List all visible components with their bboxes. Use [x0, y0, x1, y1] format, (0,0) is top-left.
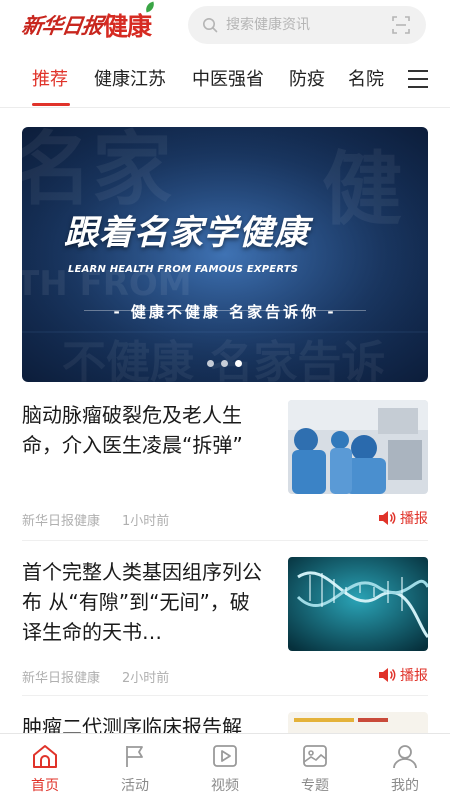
home-icon: [33, 745, 57, 768]
tab-tcm[interactable]: 中医强省: [192, 52, 264, 108]
speaker-icon: [379, 511, 396, 525]
search-placeholder[interactable]: 搜索健康资讯: [226, 6, 310, 44]
nav-home-label: 首页: [31, 778, 59, 794]
video-icon: [213, 745, 237, 767]
bottom-navigation: 首页 活动 视频 专题 我的: [0, 733, 450, 800]
app-logo[interactable]: 新华日报 健康: [20, 1, 157, 44]
nav-video[interactable]: 视频: [180, 734, 270, 800]
tab-healthy-jiangsu[interactable]: 健康江苏: [94, 52, 166, 108]
news-time: 2小时前: [122, 671, 170, 686]
logo-health-text: 健康: [103, 1, 157, 43]
scan-icon[interactable]: [392, 16, 410, 34]
carousel-dot-active[interactable]: [235, 360, 242, 367]
list-divider: [22, 540, 428, 541]
tab-epidemic[interactable]: 防疫: [289, 52, 325, 108]
banner-title: 跟着名家学健康: [64, 213, 309, 253]
nav-activities[interactable]: 活动: [90, 734, 180, 800]
topic-icon: [303, 745, 327, 767]
logo-newspaper-name: 新华日报: [20, 13, 104, 38]
carousel-dots: [207, 360, 247, 368]
news-item[interactable]: 脑动脉瘤破裂危及老人生命，介入医生凌晨“拆弹” 新华日报健康 1小时前 播报: [22, 400, 428, 529]
nav-video-label: 视频: [211, 778, 239, 794]
surgery-photo[interactable]: [288, 400, 428, 494]
broadcast-label: 播报: [400, 511, 428, 527]
list-divider: [22, 695, 428, 696]
carousel-dot[interactable]: [207, 360, 214, 367]
news-meta: 新华日报健康 2小时前: [22, 667, 169, 686]
news-title[interactable]: 肿瘤二代测序临床报告解: [22, 712, 272, 733]
carousel-dot[interactable]: [221, 360, 228, 367]
news-item[interactable]: 肿瘤二代测序临床报告解: [22, 712, 428, 733]
news-source: 新华日报健康: [22, 671, 101, 686]
search-bar[interactable]: 搜索健康资讯: [188, 6, 426, 44]
news-time: 1小时前: [122, 514, 170, 529]
news-source: 新华日报健康: [22, 514, 101, 529]
news-item[interactable]: 首个完整人类基因组序列公布 从“有隙”到“无间”，破译生命的天书… 新华日报健康…: [22, 557, 428, 686]
broadcast-label: 播报: [400, 668, 428, 684]
news-meta: 新华日报健康 1小时前: [22, 510, 169, 529]
banner-carousel[interactable]: 名家 健 TH FROM 不健康 名家告诉 跟着名家学健康 LEARN HEAL…: [22, 127, 428, 382]
nav-profile[interactable]: 我的: [360, 734, 450, 800]
banner-subtitle: LEARN HEALTH FROM FAMOUS EXPERTS: [68, 264, 299, 275]
dna-photo[interactable]: [288, 557, 428, 651]
banner-slogan: - 健康不健康 名家告诉你 -: [22, 301, 428, 322]
banner-slogan-text: - 健康不健康 名家告诉你 -: [113, 303, 337, 321]
menu-icon[interactable]: [408, 70, 428, 88]
news-title[interactable]: 首个完整人类基因组序列公布 从“有隙”到“无间”，破译生命的天书…: [22, 557, 267, 647]
user-icon: [393, 745, 417, 769]
tab-famous-hospitals[interactable]: 名院: [348, 52, 384, 108]
nav-profile-label: 我的: [391, 778, 419, 794]
nav-topics-label: 专题: [301, 778, 329, 794]
category-tabs: 推荐 健康江苏 中医强省 防疫 名院: [0, 52, 450, 108]
search-icon: [203, 18, 218, 33]
audio-broadcast-button[interactable]: 播报: [378, 508, 428, 528]
banner-background: 名家 健 TH FROM 不健康 名家告诉: [22, 127, 428, 382]
tab-recommend[interactable]: 推荐: [32, 52, 68, 108]
audio-broadcast-button[interactable]: 播报: [378, 665, 428, 685]
nav-activities-label: 活动: [121, 778, 149, 794]
news-title[interactable]: 脑动脉瘤破裂危及老人生命，介入医生凌晨“拆弹”: [22, 400, 267, 460]
svg-text:名家: 名家: [22, 127, 172, 216]
report-photo[interactable]: [288, 712, 428, 733]
app-header: 新华日报 健康 搜索健康资讯: [0, 0, 450, 52]
speaker-icon: [379, 668, 396, 682]
logo-health-label: 健康: [103, 12, 152, 41]
active-tab-indicator: [32, 103, 70, 106]
nav-home[interactable]: 首页: [0, 734, 90, 800]
flag-icon: [126, 746, 143, 767]
nav-topics[interactable]: 专题: [270, 734, 360, 800]
leaf-icon: [143, 1, 157, 13]
